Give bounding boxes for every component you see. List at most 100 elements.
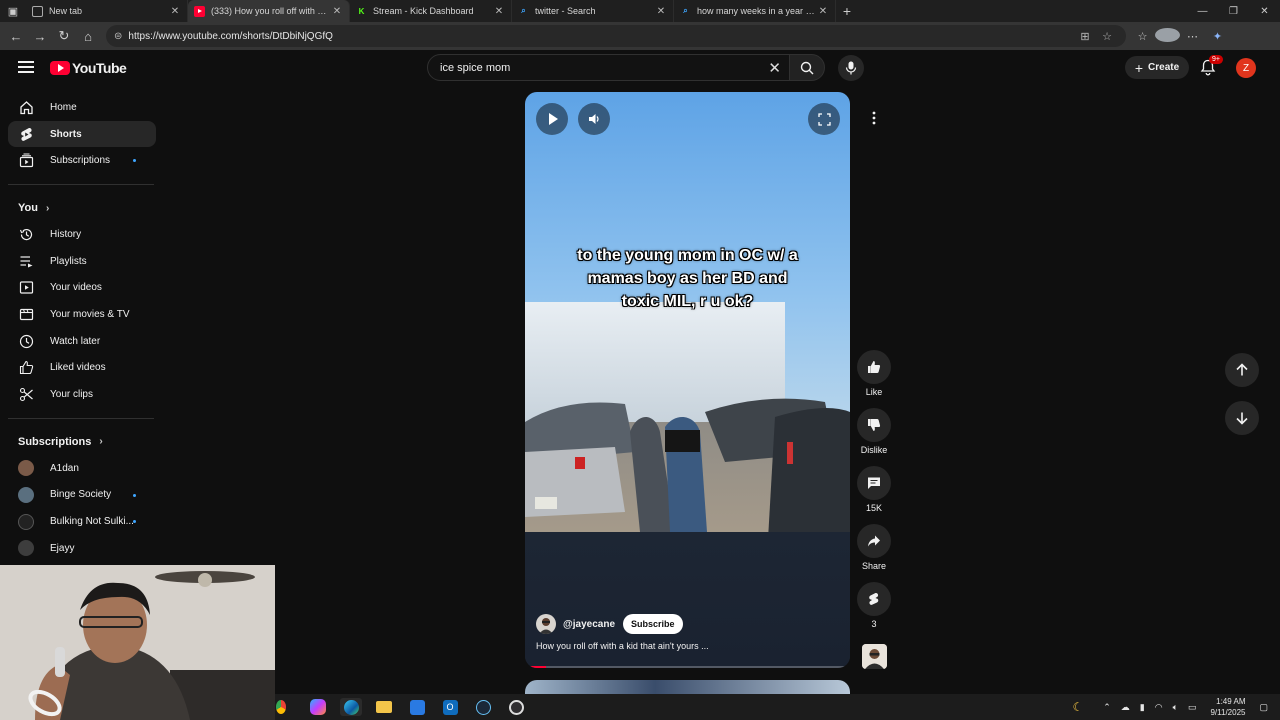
home-browser-icon[interactable]: ⌂ xyxy=(76,24,100,48)
new-tab-button[interactable]: + xyxy=(836,3,858,19)
comments-button[interactable] xyxy=(857,466,891,500)
voice-search-button[interactable] xyxy=(838,55,864,81)
video-title[interactable]: How you roll off with a kid that ain't y… xyxy=(536,641,709,651)
notifications-button[interactable]: 9+ xyxy=(1200,55,1223,77)
dislike-button[interactable] xyxy=(857,408,891,442)
night-mode-icon[interactable]: ☾ xyxy=(1072,700,1083,714)
browser-tab[interactable]: ⌕ twitter - Search ✕ xyxy=(512,0,674,22)
channel-thumbnail[interactable] xyxy=(862,644,887,669)
fullscreen-button[interactable] xyxy=(808,103,840,135)
edge-icon[interactable] xyxy=(340,698,362,716)
sidebar-item-history[interactable]: History xyxy=(8,221,156,248)
video-frame xyxy=(525,92,850,668)
sidebar-item-your-clips[interactable]: Your clips xyxy=(8,381,156,408)
search-icon: ⌕ xyxy=(521,6,526,15)
sidebar-subscription-a1dan[interactable]: A1dan xyxy=(8,455,156,482)
copilot-app-icon[interactable] xyxy=(307,698,329,716)
sidebar-item-home[interactable]: Home xyxy=(8,94,156,121)
tab-actions-icon[interactable]: ▣ xyxy=(0,0,26,22)
url-field[interactable]: ⊜ https://www.youtube.com/shorts/DtDbiNj… xyxy=(106,25,1126,47)
browser-tab[interactable]: ⌕ how many weeks in a year - Search ✕ xyxy=(674,0,836,22)
shorts-video-player[interactable]: to the young mom in OC w/ a mamas boy as… xyxy=(525,92,850,668)
close-tab-icon[interactable]: ✕ xyxy=(817,6,829,17)
close-tab-icon[interactable]: ✕ xyxy=(493,6,505,17)
browser-tab[interactable]: K Stream - Kick Dashboard ✕ xyxy=(350,0,512,22)
sidebar-subscription-ejayy[interactable]: Ejayy xyxy=(8,535,156,562)
chrome-icon[interactable] xyxy=(275,698,287,716)
youtube-logo[interactable]: YouTube xyxy=(50,60,127,76)
app-available-icon[interactable]: ⊞ xyxy=(1074,30,1096,43)
file-explorer-icon[interactable] xyxy=(373,698,395,716)
favorites-icon[interactable]: ☆ xyxy=(1130,30,1155,43)
sidebar-item-shorts[interactable]: Shorts xyxy=(8,120,156,148)
site-info-icon[interactable]: ⊜ xyxy=(114,31,122,42)
channel-avatar[interactable] xyxy=(536,614,556,634)
usb-icon[interactable]: ▮ xyxy=(1140,702,1145,713)
sidebar-item-subscriptions[interactable]: Subscriptions xyxy=(8,147,156,174)
clock[interactable]: 1:49 AM 9/11/2025 xyxy=(1210,696,1245,718)
restore-icon[interactable]: ❐ xyxy=(1218,6,1249,17)
favorite-star-icon[interactable]: ☆ xyxy=(1096,30,1118,43)
obs-icon[interactable] xyxy=(505,698,527,716)
account-avatar[interactable]: Z xyxy=(1236,58,1256,78)
share-button[interactable] xyxy=(857,524,891,558)
play-button[interactable] xyxy=(536,103,568,135)
speaker-icon[interactable]: 🔈︎ xyxy=(1173,702,1178,713)
sidebar-subscription-bulking[interactable]: Bulking Not Sulki... xyxy=(8,508,156,535)
remix-icon xyxy=(869,592,879,605)
clear-search-icon[interactable]: ✕ xyxy=(768,59,781,77)
sidebar-item-liked-videos[interactable]: Liked videos xyxy=(8,355,156,382)
cloud-icon[interactable]: ☁ xyxy=(1121,702,1130,713)
create-label: Create xyxy=(1148,62,1180,73)
tray-chevron-icon[interactable]: ⌃ xyxy=(1103,702,1111,713)
sidebar-item-playlists[interactable]: Playlists xyxy=(8,248,156,275)
create-button[interactable]: + Create xyxy=(1125,56,1189,79)
remix-button[interactable] xyxy=(857,582,891,616)
store-icon[interactable] xyxy=(406,698,428,716)
progress-bar[interactable] xyxy=(530,666,845,668)
kebab-menu-icon xyxy=(872,111,876,125)
channel-name[interactable]: @jayecane xyxy=(563,619,615,630)
close-tab-icon[interactable]: ✕ xyxy=(655,6,667,17)
outlook-icon[interactable]: O xyxy=(439,698,461,716)
notification-center-icon[interactable]: ▢ xyxy=(1259,702,1268,713)
more-options-icon[interactable]: ⋯ xyxy=(1180,30,1205,43)
clips-icon xyxy=(18,387,34,403)
channel-avatar xyxy=(18,486,34,503)
close-tab-icon[interactable]: ✕ xyxy=(169,6,181,17)
sidebar-item-your-movies-tv[interactable]: Your movies & TV xyxy=(8,301,156,328)
close-window-icon[interactable]: ✕ xyxy=(1249,6,1280,17)
network-icon[interactable]: ◠ xyxy=(1155,702,1163,713)
sidebar-item-your-videos[interactable]: Your videos xyxy=(8,274,156,301)
forward-icon[interactable]: → xyxy=(28,24,52,48)
search-button[interactable] xyxy=(789,54,825,81)
minimize-icon[interactable]: — xyxy=(1187,6,1218,17)
sidebar-item-label: Your movies & TV xyxy=(50,308,130,320)
copilot-icon[interactable]: ✦ xyxy=(1205,30,1230,43)
search-input[interactable]: ice spice mom ✕ xyxy=(427,54,790,81)
volume-button[interactable] xyxy=(578,103,610,135)
chevron-right-icon: › xyxy=(45,202,50,214)
sidebar-subscription-binge-society[interactable]: Binge Society xyxy=(8,482,156,509)
sidebar-you-heading[interactable]: You › xyxy=(8,195,156,221)
share-label: Share xyxy=(861,561,887,571)
sidebar-item-watch-later[interactable]: Watch later xyxy=(8,328,156,355)
menu-icon[interactable] xyxy=(18,61,34,76)
browser-tab[interactable]: New tab ✕ xyxy=(26,0,188,22)
previous-short-button[interactable] xyxy=(1225,353,1259,387)
subscribe-button[interactable]: Subscribe xyxy=(623,614,683,634)
battery-icon[interactable]: ▭ xyxy=(1188,702,1197,713)
next-short-button[interactable] xyxy=(1225,401,1259,435)
refresh-icon[interactable]: ↻ xyxy=(52,24,76,48)
sidebar-subscriptions-heading[interactable]: Subscriptions › xyxy=(8,429,156,455)
like-button[interactable] xyxy=(857,350,891,384)
search-icon: ⌕ xyxy=(683,6,688,15)
browser-tab-active[interactable]: (333) How you roll off with a kid th ✕ xyxy=(188,0,350,22)
steam-icon[interactable] xyxy=(472,698,494,716)
more-actions-button[interactable] xyxy=(861,105,887,131)
close-tab-icon[interactable]: ✕ xyxy=(331,6,343,17)
progress-fill xyxy=(530,666,546,668)
back-icon[interactable]: ← xyxy=(4,24,28,48)
profile-icon[interactable] xyxy=(1155,27,1180,45)
comment-count: 15K xyxy=(865,503,882,513)
